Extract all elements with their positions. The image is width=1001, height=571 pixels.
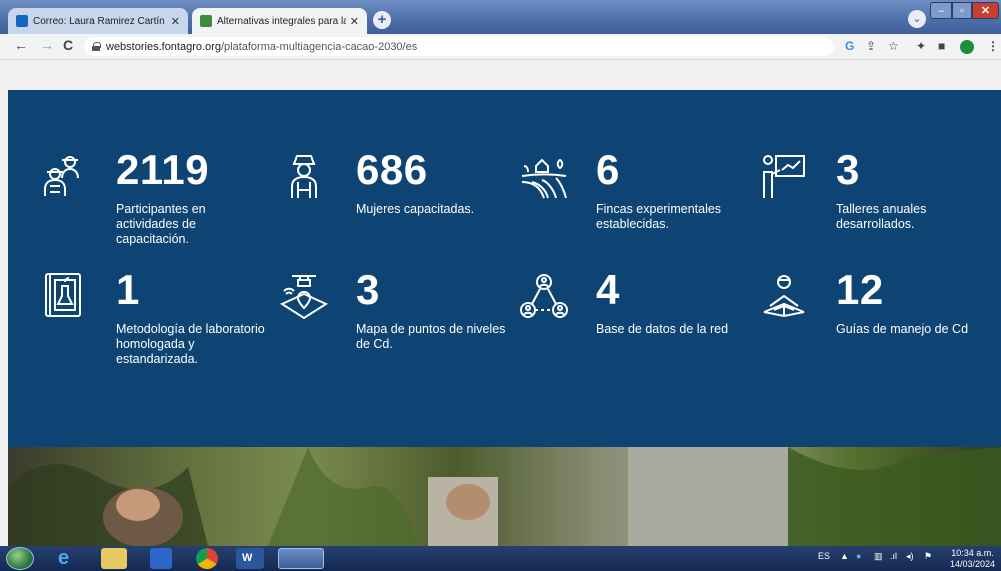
tab-correo[interactable]: Correo: Laura Ramirez Cartín - O ✕ — [8, 8, 188, 34]
extensions-icon[interactable]: ✦ — [916, 39, 926, 53]
stat-metodologia: 1 Metodología de laboratorio homologada … — [40, 266, 270, 392]
page-header-space — [0, 61, 1001, 90]
google-lens-icon[interactable]: G — [845, 39, 854, 53]
stat-label: Talleres anuales desarrollados. — [836, 202, 927, 231]
stat-number: 1 — [116, 266, 140, 313]
clock-time: 10:34 a.m. — [951, 548, 994, 558]
maximize-button[interactable]: ▫ — [952, 2, 972, 19]
tab-search-icon[interactable]: ⌄ — [908, 10, 926, 28]
system-clock[interactable]: 10:34 a.m. 14/03/2024 — [950, 548, 995, 570]
stat-label: Mujeres capacitadas. — [356, 202, 475, 216]
show-hidden-icons[interactable]: ▲ — [840, 551, 849, 561]
stat-number: 6 — [596, 146, 620, 193]
stat-label: Metodología de laboratorio homologada y … — [116, 322, 265, 366]
windows-taskbar: e W ES ▲ ● ▥ .ıl ◂) ⚑ 10:34 a.m. 14/03/2… — [0, 546, 1001, 571]
network-icon[interactable]: ▥ — [874, 551, 883, 562]
drone-map-icon — [280, 275, 328, 320]
stat-label: Guías de manejo de Cd — [836, 322, 969, 336]
cacao-plantation-photo — [8, 447, 1001, 546]
stat-number: 3 — [836, 146, 860, 193]
tab-title: Alternativas integrales para la re — [217, 15, 346, 27]
presenter-board-icon — [763, 155, 805, 198]
forward-icon[interactable]: → — [40, 37, 54, 53]
menu-icon[interactable]: ⋮ — [987, 39, 999, 53]
stat-participantes: 2119 Participantes en actividades de cap… — [40, 146, 270, 272]
word-icon[interactable]: W — [236, 548, 264, 569]
signal-icon[interactable]: .ıl — [890, 551, 897, 561]
action-center-flag-icon[interactable]: ⚑ — [924, 551, 932, 562]
stat-label: Mapa de puntos de niveles de Cd. — [356, 322, 506, 351]
app-tray-icon[interactable]: ● — [856, 551, 861, 561]
language-indicator[interactable]: ES — [818, 551, 830, 561]
new-tab-button[interactable]: + — [373, 11, 391, 29]
stat-label: Fincas experimentales establecidas. — [596, 202, 722, 231]
chrome-icon[interactable] — [196, 548, 218, 569]
network-nodes-icon — [520, 274, 568, 318]
tab-alternativas[interactable]: Alternativas integrales para la re ✕ — [192, 8, 367, 34]
stat-number: 3 — [356, 266, 380, 313]
lab-book-icon — [45, 273, 81, 317]
tab-title: Correo: Laura Ramirez Cartín - O — [33, 15, 167, 27]
media-player-icon[interactable] — [150, 548, 172, 569]
internet-explorer-icon[interactable]: e — [52, 548, 86, 569]
stat-number: 686 — [356, 146, 428, 193]
stats-section: 2119 Participantes en actividades de cap… — [8, 90, 1001, 447]
outlook-icon — [16, 15, 28, 27]
stat-mujeres: 686 Mujeres capacitadas. — [280, 146, 510, 272]
profile-avatar-icon[interactable] — [960, 40, 974, 54]
lock-icon — [92, 42, 101, 51]
stat-label: Base de datos de la red — [596, 322, 729, 336]
file-explorer-icon[interactable] — [101, 548, 127, 569]
minimize-button[interactable]: – — [930, 2, 952, 19]
farmers-group-icon — [44, 156, 79, 196]
close-window-button[interactable]: ✕ — [972, 2, 999, 19]
url-path: /plataforma-multiagencia-cacao-2030/es — [220, 40, 418, 53]
stat-number: 4 — [596, 266, 620, 313]
side-panel-icon[interactable]: ■ — [938, 39, 945, 53]
volume-icon[interactable]: ◂) — [906, 551, 914, 562]
url-host: webstories.fontagro.org — [106, 40, 221, 53]
farmer-woman-icon — [291, 155, 317, 198]
address-bar[interactable]: webstories.fontagro.org/plataforma-multi… — [84, 37, 834, 56]
close-tab-icon[interactable]: ✕ — [350, 15, 359, 28]
stat-number: 2119 — [116, 146, 210, 193]
chrome-active-taskbar-button[interactable] — [278, 548, 324, 569]
stat-talleres: 3 Talleres anuales desarrollados. — [760, 146, 990, 272]
stat-number: 12 — [836, 266, 884, 313]
share-icon[interactable]: ⇪ — [866, 39, 876, 53]
clock-date: 14/03/2024 — [949, 559, 995, 569]
stat-guias: 12 Guías de manejo de Cd — [760, 266, 990, 392]
stat-mapa: 3 Mapa de puntos de niveles de Cd. — [280, 266, 510, 392]
close-tab-icon[interactable]: ✕ — [171, 15, 180, 28]
farm-field-icon — [521, 158, 567, 199]
stat-fincas: 6 Fincas experimentales establecidas. — [520, 146, 750, 272]
browser-titlebar: Correo: Laura Ramirez Cartín - O ✕ Alter… — [0, 0, 1001, 34]
reload-icon[interactable]: C — [63, 37, 73, 53]
reader-book-icon — [763, 275, 805, 318]
stat-label: Participantes en actividades de capacita… — [116, 202, 206, 246]
hero-photo — [8, 447, 1001, 546]
bookmark-star-icon[interactable]: ☆ — [888, 39, 899, 53]
stat-base-datos: 4 Base de datos de la red — [520, 266, 750, 392]
back-icon[interactable]: ← — [14, 37, 28, 53]
browser-toolbar: ← → C webstories.fontagro.org/plataforma… — [0, 34, 1001, 60]
start-button[interactable] — [6, 547, 34, 570]
site-favicon-icon — [200, 15, 212, 27]
